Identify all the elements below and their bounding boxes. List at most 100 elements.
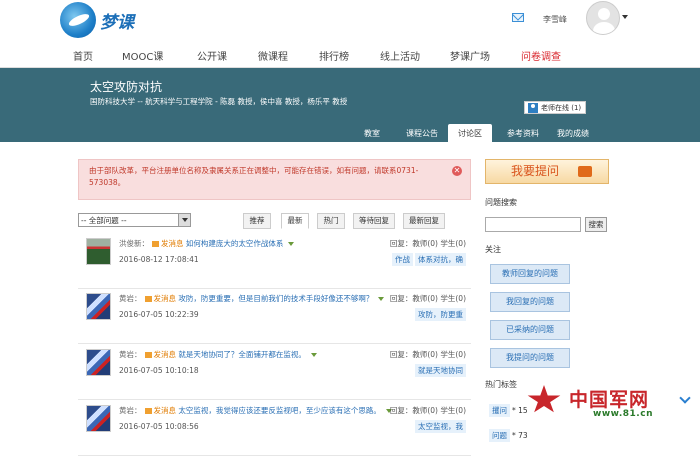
- question-header: 黄岩： 发消息 就是天地协同了？全面铺开都在监视。: [119, 349, 317, 360]
- send-message-link[interactable]: 发消息: [161, 239, 184, 248]
- question-author[interactable]: 黄岩：: [119, 294, 142, 303]
- filter-selected-value: -- 全部问题 --: [81, 216, 127, 225]
- hot-tag[interactable]: 攫问 * 15: [489, 404, 528, 417]
- question-title-link[interactable]: 如何构建庞大的太空作战体系: [186, 239, 284, 248]
- nav-micro-course[interactable]: 微课程: [258, 48, 288, 63]
- question-title-link[interactable]: 攻防，防更重要，但是目前我们的技术手段好像还不够啊？: [178, 294, 373, 303]
- message-icon[interactable]: [144, 296, 152, 302]
- user-avatar[interactable]: [586, 1, 620, 35]
- reply-counts: 回复：教师(0) 学生(0): [389, 239, 466, 248]
- avatar[interactable]: [86, 238, 111, 265]
- sort-tab-hot[interactable]: 热门: [317, 213, 345, 229]
- nav-online-activity[interactable]: 线上活动: [380, 48, 420, 63]
- search-button[interactable]: 搜索: [585, 217, 607, 232]
- question-tag[interactable]: 太空监视，我: [415, 420, 466, 433]
- person-icon: [528, 103, 538, 113]
- watermark-url: www.81.cn: [593, 409, 653, 419]
- course-banner: 太空攻防对抗 国防科技大学 -- 航天科学与工程学院 - 陈磊 教授，侯中喜 教…: [0, 68, 700, 142]
- tab-my-grades[interactable]: 我的成绩: [557, 128, 589, 139]
- question-tag[interactable]: 就是天地协同: [415, 364, 466, 377]
- logo-text: 梦课: [100, 13, 134, 33]
- question-author[interactable]: 黄岩：: [119, 350, 142, 359]
- question-tags: 攻防，防更重: [413, 308, 466, 321]
- nav-open-course[interactable]: 公开课: [197, 48, 227, 63]
- close-icon[interactable]: ✕: [452, 166, 462, 176]
- message-icon[interactable]: [144, 408, 152, 414]
- chevron-down-icon: [178, 214, 190, 226]
- star-icon: [527, 385, 561, 413]
- question-header: 洪俊新： 发消息 如何构建庞大的太空作战体系: [119, 238, 295, 249]
- my-questions-button[interactable]: 我提问的问题: [490, 348, 570, 368]
- question-item: 黄岩： 发消息 攻防，防更重要，但是目前我们的技术手段好像还不够啊？ 2016-0…: [78, 289, 471, 344]
- hot-tag-count: * 73: [512, 431, 528, 440]
- expand-triangle-icon[interactable]: [378, 297, 385, 301]
- question-tags: 太空监视，我: [413, 420, 466, 433]
- sort-tab-awaiting-reply[interactable]: 等待回复: [353, 213, 395, 229]
- question-time: 2016-07-05 10:10:18: [119, 366, 199, 375]
- speech-bubble-icon: [578, 166, 592, 177]
- main-nav: 首页 MOOC课 公开课 微课程 排行榜 线上活动 梦课广场 问卷调查: [0, 42, 700, 68]
- question-tag[interactable]: 攻防，防更重: [415, 308, 466, 321]
- sort-tab-latest[interactable]: 最新: [281, 213, 309, 229]
- logo-icon: [60, 2, 96, 38]
- reply-counts: 回复：教师(0) 学生(0): [389, 350, 466, 359]
- hot-tag[interactable]: 问题 * 73: [489, 429, 528, 442]
- tab-references[interactable]: 参考资料: [507, 128, 539, 139]
- watermark-text: 中国军网: [569, 389, 650, 411]
- reply-counts: 回复：教师(0) 学生(0): [389, 294, 466, 303]
- nav-plaza[interactable]: 梦课广场: [450, 48, 490, 63]
- mail-icon[interactable]: [512, 13, 524, 22]
- course-subtitle: 国防科技大学 -- 航天科学与工程学院 - 陈磊 教授，侯中喜 教授，杨乐平 教…: [90, 97, 348, 106]
- discussion-main: 由于部队改革，平台注册单位名称及隶属关系正在调整中，可能存在错误，如有问题，请联…: [73, 152, 475, 458]
- nav-home[interactable]: 首页: [73, 48, 93, 63]
- question-search-input[interactable]: [485, 217, 581, 232]
- send-message-link[interactable]: 发消息: [154, 406, 177, 415]
- avatar[interactable]: [86, 349, 111, 376]
- user-menu-chevron-down-icon[interactable]: [622, 15, 628, 19]
- nav-ranking[interactable]: 排行榜: [319, 48, 349, 63]
- notice-banner: 由于部队改革，平台注册单位名称及隶属关系正在调整中，可能存在错误，如有问题，请联…: [78, 159, 471, 200]
- sort-tab-latest-reply[interactable]: 最新回复: [403, 213, 445, 229]
- question-time: 2016-07-05 10:08:56: [119, 422, 199, 431]
- notice-text: 由于部队改革，平台注册单位名称及隶属关系正在调整中，可能存在错误，如有问题，请联…: [89, 166, 419, 187]
- question-item: 黄岩： 发消息 就是天地协同了？全面铺开都在监视。 2016-07-05 10:1…: [78, 345, 471, 400]
- expand-triangle-icon[interactable]: [288, 242, 295, 246]
- question-tag[interactable]: 体系对抗，确: [415, 253, 466, 266]
- tab-announcements[interactable]: 课程公告: [406, 128, 438, 139]
- question-title-link[interactable]: 就是天地协同了？全面铺开都在监视。: [178, 350, 306, 359]
- question-author[interactable]: 黄岩：: [119, 406, 142, 415]
- message-icon[interactable]: [144, 352, 152, 358]
- course-tabs: 教室 课程公告 讨论区 参考资料 我的成绩: [0, 124, 700, 142]
- question-title-link[interactable]: 太空监视，我觉得应该还要反监视吧，至少应该有这个思路。: [178, 406, 381, 415]
- nav-mooc[interactable]: MOOC课: [122, 48, 163, 63]
- tab-classroom[interactable]: 教室: [364, 128, 380, 139]
- expand-triangle-icon[interactable]: [310, 353, 317, 357]
- top-header: 梦课 李雪峰: [0, 0, 700, 42]
- message-icon[interactable]: [152, 241, 159, 247]
- question-tag[interactable]: 作战: [392, 253, 413, 266]
- search-heading: 问题搜索: [485, 198, 517, 207]
- teacher-replied-button[interactable]: 教师回复的问题: [490, 264, 570, 284]
- accepted-button[interactable]: 已采纳的问题: [490, 320, 570, 340]
- teacher-online-button[interactable]: 老师在线 (1): [524, 101, 587, 114]
- nav-survey[interactable]: 问卷调查: [521, 48, 561, 63]
- question-header: 黄岩： 发消息 攻防，防更重要，但是目前我们的技术手段好像还不够啊？: [119, 293, 385, 304]
- send-message-link[interactable]: 发消息: [154, 294, 177, 303]
- course-title: 太空攻防对抗: [90, 80, 163, 94]
- follow-heading: 关注: [485, 245, 501, 254]
- send-message-link[interactable]: 发消息: [154, 350, 177, 359]
- tab-discussion[interactable]: 讨论区: [448, 124, 492, 142]
- hot-tag-name[interactable]: 攫问: [489, 404, 510, 417]
- question-filter-select[interactable]: -- 全部问题 --: [78, 213, 191, 227]
- my-replied-button[interactable]: 我回复的问题: [490, 292, 570, 312]
- question-header: 黄岩： 发消息 太空监视，我觉得应该还要反监视吧，至少应该有这个思路。: [119, 405, 392, 416]
- avatar[interactable]: [86, 405, 111, 432]
- site-logo[interactable]: 梦课: [60, 2, 142, 38]
- ask-question-button[interactable]: 我要提问: [485, 159, 609, 184]
- question-item: 洪俊新： 发消息 如何构建庞大的太空作战体系 2016-08-12 17:08:4…: [78, 234, 471, 289]
- avatar[interactable]: [86, 293, 111, 320]
- username[interactable]: 李雪峰: [543, 14, 567, 25]
- question-author[interactable]: 洪俊新：: [119, 239, 149, 248]
- sort-tab-recommended[interactable]: 推荐: [243, 213, 271, 229]
- hot-tag-name[interactable]: 问题: [489, 429, 510, 442]
